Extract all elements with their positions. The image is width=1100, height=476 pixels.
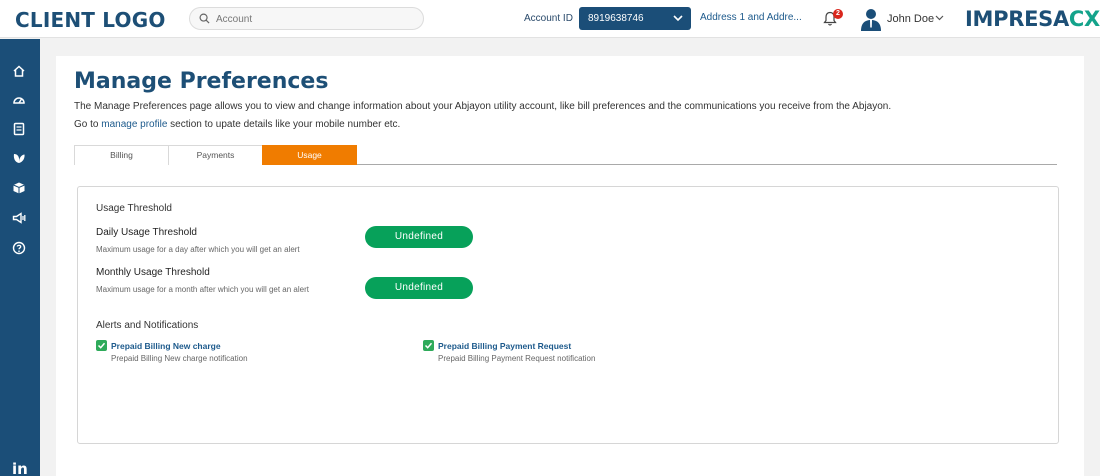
tab-bar: Billing Payments Usage <box>74 145 1057 165</box>
account-id-value: 8919638746 <box>588 13 644 24</box>
document-icon[interactable] <box>11 121 27 137</box>
alert-desc-new-charge: Prepaid Billing New charge notification <box>111 354 248 363</box>
daily-threshold-subtitle: Maximum usage for a day after which you … <box>96 245 300 254</box>
daily-threshold-title: Daily Usage Threshold <box>96 227 197 238</box>
checkbox-payment-request[interactable] <box>423 340 434 351</box>
alerts-heading: Alerts and Notifications <box>96 320 199 331</box>
brand-logo: IMPRESACX <box>965 7 1100 31</box>
user-name[interactable]: John Doe <box>887 13 934 25</box>
search-input[interactable] <box>216 11 416 27</box>
address-link[interactable]: Address 1 and Addre... <box>700 12 802 23</box>
check-icon <box>97 342 106 349</box>
brand-logo-accent: CX <box>1068 7 1100 31</box>
home-icon[interactable] <box>11 63 27 79</box>
megaphone-icon[interactable] <box>11 210 27 226</box>
brand-logo-main: IMPRESA <box>965 7 1069 31</box>
page-description: The Manage Preferences page allows you t… <box>74 101 892 112</box>
monthly-threshold-subtitle: Maximum usage for a month after which yo… <box>96 285 309 294</box>
chevron-down-icon[interactable] <box>935 15 944 21</box>
checkbox-new-charge[interactable] <box>96 340 107 351</box>
profile-hint: Go to manage profile section to upate de… <box>74 119 400 130</box>
chevron-down-icon <box>673 15 683 22</box>
avatar[interactable] <box>859 7 883 31</box>
dashboard-icon[interactable] <box>11 92 27 108</box>
account-id-select[interactable]: 8919638746 <box>579 7 691 30</box>
usage-panel: Usage Threshold Daily Usage Threshold Ma… <box>77 186 1059 444</box>
page-title: Manage Preferences <box>74 69 329 94</box>
account-id-label: Account ID <box>524 13 573 24</box>
leaf-icon[interactable] <box>11 150 27 166</box>
sidebar: in <box>0 39 40 476</box>
usage-threshold-heading: Usage Threshold <box>96 203 172 214</box>
tab-payments[interactable]: Payments <box>168 145 263 165</box>
monthly-threshold-button[interactable]: Undefined <box>365 277 473 299</box>
top-bar: CLIENT LOGO Account ID 8919638746 Addres… <box>0 0 1100 38</box>
linkedin-icon[interactable]: in <box>12 460 28 476</box>
search-box[interactable] <box>189 7 424 30</box>
check-icon <box>424 342 433 349</box>
search-icon <box>199 13 210 24</box>
alert-label-payment-request[interactable]: Prepaid Billing Payment Request <box>438 341 571 351</box>
notification-badge: 2 <box>833 9 843 19</box>
alert-desc-payment-request: Prepaid Billing Payment Request notifica… <box>438 354 596 363</box>
main-card: Manage Preferences The Manage Preference… <box>56 56 1084 476</box>
tab-billing[interactable]: Billing <box>74 145 169 165</box>
help-icon[interactable] <box>11 240 27 256</box>
monthly-threshold-title: Monthly Usage Threshold <box>96 267 210 278</box>
profile-hint-prefix: Go to <box>74 119 102 130</box>
daily-threshold-button[interactable]: Undefined <box>365 226 473 248</box>
profile-hint-suffix: section to upate details like your mobil… <box>167 119 401 130</box>
alert-label-new-charge[interactable]: Prepaid Billing New charge <box>111 341 221 351</box>
manage-profile-link[interactable]: manage profile <box>101 119 167 130</box>
client-logo[interactable]: CLIENT LOGO <box>15 8 166 32</box>
tab-usage[interactable]: Usage <box>262 145 357 165</box>
box-icon[interactable] <box>11 180 27 196</box>
